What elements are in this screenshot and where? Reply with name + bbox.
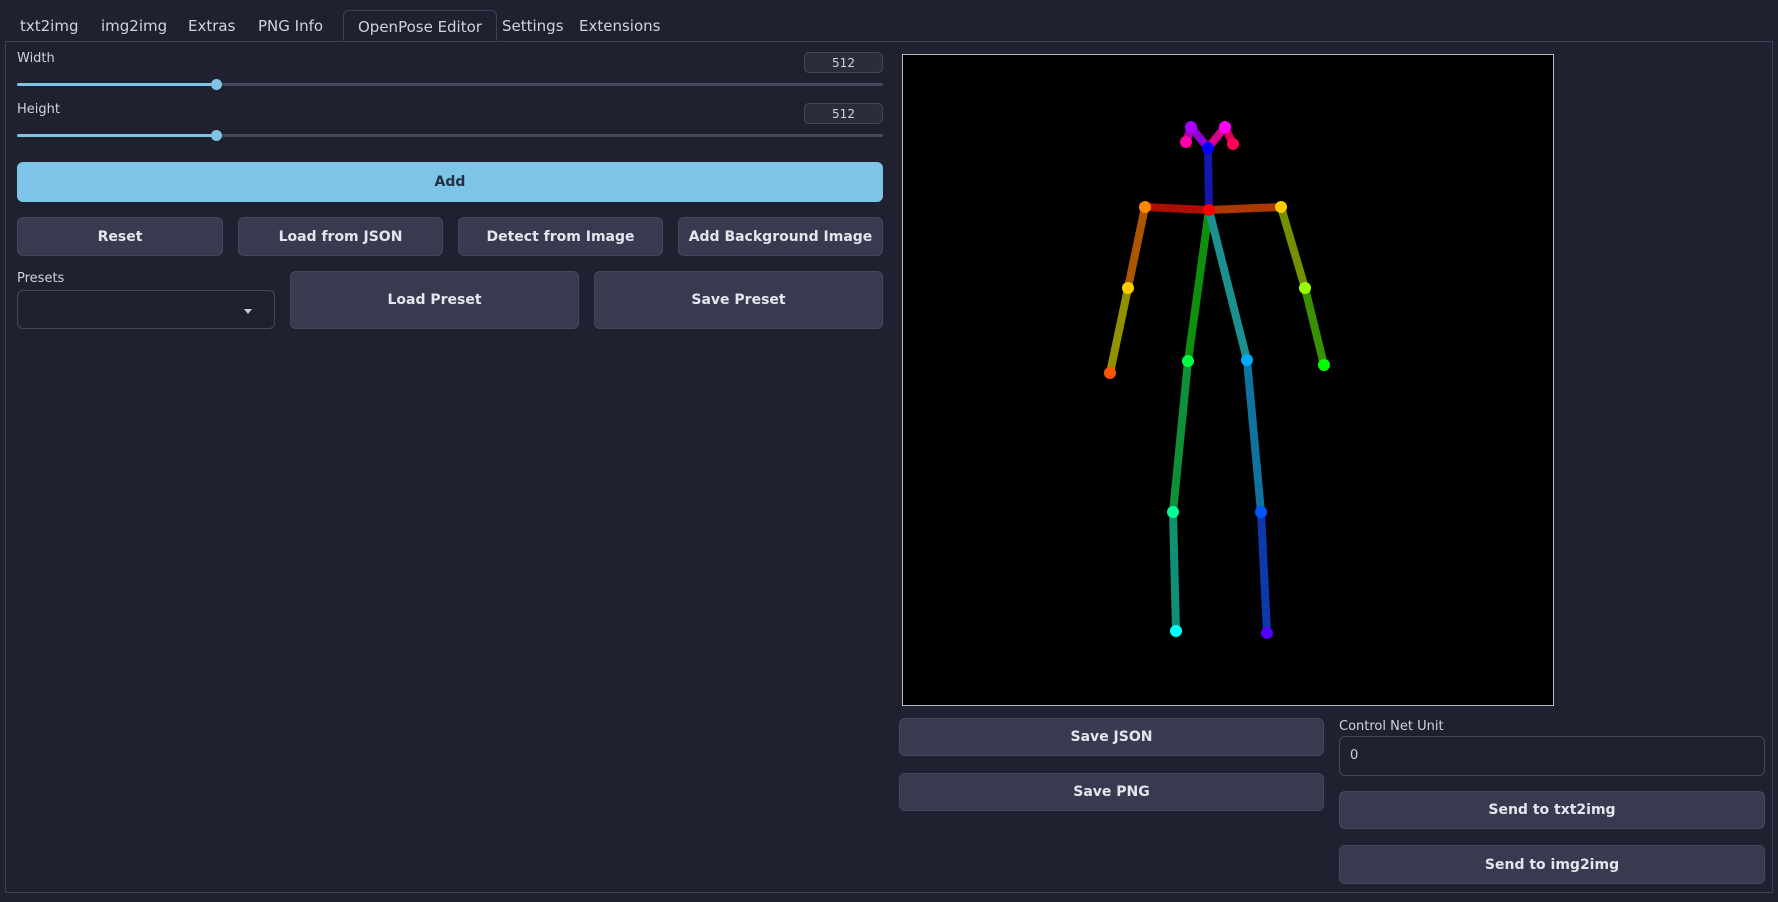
joint-nose[interactable]: [1202, 142, 1214, 154]
chevron-down-icon: [244, 309, 252, 314]
joint-elbow-left[interactable]: [1299, 282, 1311, 294]
shin-left: [1257, 508, 1271, 637]
joint-elbow-right[interactable]: [1122, 282, 1134, 294]
upper-arm-right: [1124, 203, 1149, 292]
joint-shoulder-left[interactable]: [1275, 201, 1287, 213]
torso-left: [1205, 206, 1251, 364]
width-slider[interactable]: [17, 79, 883, 90]
shoulder-limb-right: [1141, 203, 1213, 214]
joint-shoulder-right[interactable]: [1139, 201, 1151, 213]
load-preset-button[interactable]: Load Preset: [290, 271, 579, 329]
tab-openpose-editor[interactable]: OpenPose Editor: [343, 10, 497, 41]
save-png-button[interactable]: Save PNG: [899, 773, 1324, 811]
forearm-right: [1106, 284, 1132, 377]
send-to-txt2img-button[interactable]: Send to txt2img: [1339, 791, 1765, 829]
tab-txt2img[interactable]: txt2img: [6, 10, 92, 41]
thigh-left: [1243, 356, 1265, 516]
tab-img2img[interactable]: img2img: [87, 10, 181, 41]
control-net-unit-label: Control Net Unit: [1339, 719, 1444, 734]
tab-extras[interactable]: Extras: [174, 10, 249, 41]
save-preset-button[interactable]: Save Preset: [594, 271, 883, 329]
control-net-unit-input[interactable]: 0: [1339, 736, 1765, 776]
tab-extensions[interactable]: Extensions: [565, 10, 674, 41]
height-slider[interactable]: [17, 130, 883, 141]
joint-wrist-left[interactable]: [1318, 359, 1330, 371]
joint-eye-left[interactable]: [1219, 121, 1231, 133]
send-to-img2img-button[interactable]: Send to img2img: [1339, 845, 1765, 884]
width-label: Width: [17, 51, 55, 66]
load-from-json-button[interactable]: Load from JSON: [238, 217, 443, 256]
pose-canvas[interactable]: [902, 54, 1554, 706]
joint-knee-right[interactable]: [1167, 506, 1179, 518]
openpose-skeleton: [1104, 121, 1330, 639]
height-slider-fill: [17, 134, 217, 137]
add-button[interactable]: Add: [17, 162, 883, 202]
joint-eye-right[interactable]: [1185, 121, 1197, 133]
joint-neck[interactable]: [1203, 204, 1215, 216]
joint-knee-left[interactable]: [1255, 506, 1267, 518]
torso-right: [1184, 206, 1213, 365]
shin-right: [1169, 508, 1180, 635]
shoulder-limb-left: [1205, 203, 1285, 214]
joint-ankle-left[interactable]: [1261, 627, 1273, 639]
width-number-input[interactable]: 512: [804, 52, 883, 73]
width-slider-fill: [17, 83, 217, 86]
thigh-right: [1169, 357, 1192, 516]
joint-ear-right[interactable]: [1180, 136, 1192, 148]
presets-dropdown[interactable]: [17, 290, 275, 329]
upper-arm-left: [1277, 203, 1309, 292]
neck-limb: [1204, 144, 1213, 214]
save-json-button[interactable]: Save JSON: [899, 718, 1324, 756]
height-label: Height: [17, 102, 60, 117]
reset-button[interactable]: Reset: [17, 217, 223, 256]
detect-from-image-button[interactable]: Detect from Image: [458, 217, 663, 256]
joint-ear-left[interactable]: [1227, 138, 1239, 150]
presets-label: Presets: [17, 271, 65, 286]
joint-hip-left[interactable]: [1241, 354, 1253, 366]
height-number-input[interactable]: 512: [804, 103, 883, 124]
forearm-left: [1301, 284, 1328, 369]
joint-ankle-right[interactable]: [1170, 625, 1182, 637]
tab-png-info[interactable]: PNG Info: [244, 10, 337, 41]
joint-hip-right[interactable]: [1182, 355, 1194, 367]
add-background-image-button[interactable]: Add Background Image: [678, 217, 883, 256]
joint-wrist-right[interactable]: [1104, 367, 1116, 379]
